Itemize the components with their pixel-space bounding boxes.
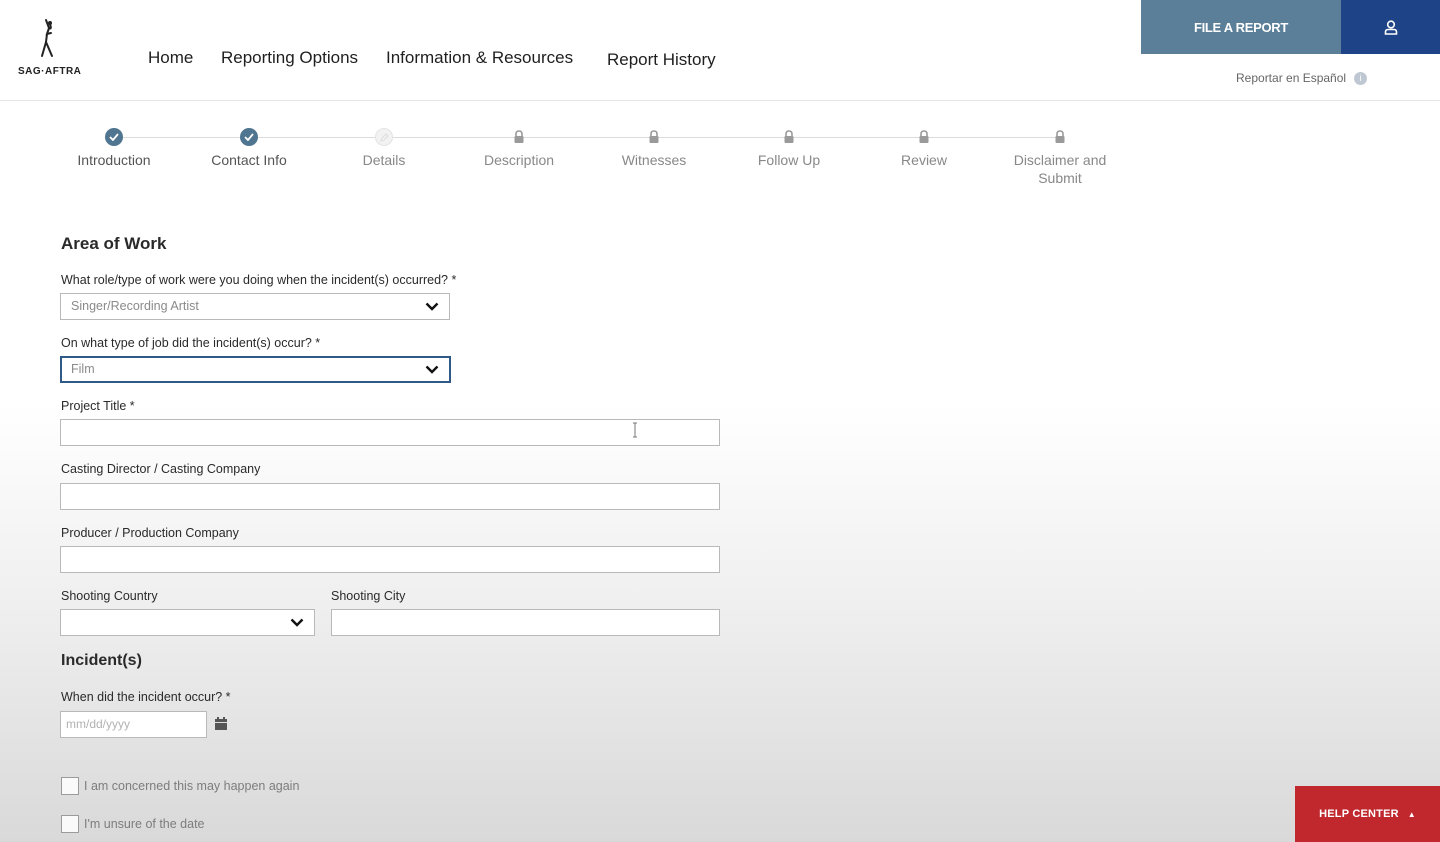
step-label: Description — [483, 152, 555, 168]
job-type-label: On what type of job did the incident(s) … — [61, 336, 321, 350]
step-label: Introduction — [77, 152, 151, 168]
step-label: Contact Info — [211, 152, 287, 168]
nav-information-resources[interactable]: Information & Resources — [386, 48, 573, 68]
shooting-city-label: Shooting City — [331, 589, 406, 603]
lock-icon — [510, 128, 528, 146]
casting-label: Casting Director / Casting Company — [61, 462, 261, 476]
spanish-report-label: Reportar en Español — [1236, 71, 1347, 85]
logo-text: SAG·AFTRA — [18, 66, 82, 77]
step-contact-info[interactable]: Contact Info — [179, 120, 319, 169]
text-cursor-icon — [633, 422, 637, 438]
form-progress-stepper: Introduction Contact Info Details Descri… — [0, 120, 1140, 200]
lock-icon — [1051, 128, 1069, 146]
step-details[interactable]: Details — [314, 120, 454, 169]
chevron-down-icon — [425, 365, 439, 374]
concerned-checkbox[interactable] — [61, 777, 79, 795]
shooting-country-label: Shooting Country — [61, 589, 158, 603]
step-introduction[interactable]: Introduction — [44, 120, 184, 169]
incidents-heading: Incident(s) — [61, 652, 142, 669]
unsure-date-checkbox[interactable] — [61, 815, 79, 833]
concerned-checkbox-row[interactable]: I am concerned this may happen again — [61, 777, 299, 795]
nav-reporting-options[interactable]: Reporting Options — [221, 48, 358, 68]
help-center-button[interactable]: HELP CENTER ▲ — [1295, 786, 1440, 842]
step-label: Review — [901, 152, 947, 168]
chevron-down-icon — [290, 618, 304, 627]
job-type-select-value: Film — [71, 362, 95, 376]
project-title-label: Project Title * — [61, 399, 135, 413]
unsure-date-checkbox-row[interactable]: I'm unsure of the date — [61, 815, 205, 833]
incident-date-placeholder: mm/dd/yyyy — [66, 717, 131, 731]
site-header: SAG·AFTRA Home Reporting Options Informa… — [0, 0, 1440, 101]
role-select-value: Singer/Recording Artist — [71, 299, 199, 313]
job-type-select[interactable]: Film — [60, 356, 451, 383]
project-title-input[interactable] — [60, 419, 720, 446]
producer-input[interactable] — [60, 546, 720, 573]
calendar-icon[interactable] — [214, 717, 228, 731]
unsure-date-checkbox-label: I'm unsure of the date — [84, 817, 205, 831]
sag-aftra-logo[interactable]: SAG·AFTRA — [18, 18, 90, 80]
user-icon — [1384, 19, 1397, 35]
lock-icon — [645, 128, 663, 146]
producer-label: Producer / Production Company — [61, 526, 239, 540]
step-label: Disclaimer and Submit — [1013, 152, 1107, 186]
step-witnesses: Witnesses — [584, 120, 724, 169]
step-complete-check-icon — [240, 128, 258, 146]
casting-input[interactable] — [60, 483, 720, 510]
step-label: Details — [362, 152, 406, 168]
step-review: Review — [854, 120, 994, 169]
help-center-label: HELP CENTER — [1319, 808, 1399, 820]
info-icon[interactable]: i — [1354, 72, 1368, 86]
role-label: What role/type of work were you doing wh… — [61, 273, 457, 287]
step-description: Description — [449, 120, 589, 169]
step-current-pencil-icon — [375, 128, 393, 146]
caret-up-icon: ▲ — [1407, 809, 1416, 819]
step-label: Follow Up — [757, 152, 821, 168]
step-complete-check-icon — [105, 128, 123, 146]
shooting-country-select[interactable] — [60, 609, 315, 636]
lock-icon — [915, 128, 933, 146]
file-report-button[interactable]: FILE A REPORT — [1141, 0, 1341, 54]
incident-date-label: When did the incident occur? * — [61, 690, 231, 704]
role-select[interactable]: Singer/Recording Artist — [60, 293, 450, 320]
area-of-work-heading: Area of Work — [61, 234, 167, 253]
user-account-button[interactable] — [1341, 0, 1440, 54]
step-disclaimer-submit: Disclaimer and Submit — [989, 120, 1131, 187]
spanish-report-link[interactable]: Reportar en Español i — [1236, 71, 1368, 86]
step-follow-up: Follow Up — [719, 120, 859, 169]
step-label: Witnesses — [621, 152, 687, 168]
shooting-city-input[interactable] — [331, 609, 720, 636]
incident-date-input[interactable]: mm/dd/yyyy — [60, 711, 207, 738]
chevron-down-icon — [425, 302, 439, 311]
nav-home[interactable]: Home — [148, 48, 193, 68]
nav-report-history[interactable]: Report History — [607, 50, 716, 70]
concerned-checkbox-label: I am concerned this may happen again — [84, 779, 300, 793]
lock-icon — [780, 128, 798, 146]
logo-figure-icon — [41, 19, 53, 57]
